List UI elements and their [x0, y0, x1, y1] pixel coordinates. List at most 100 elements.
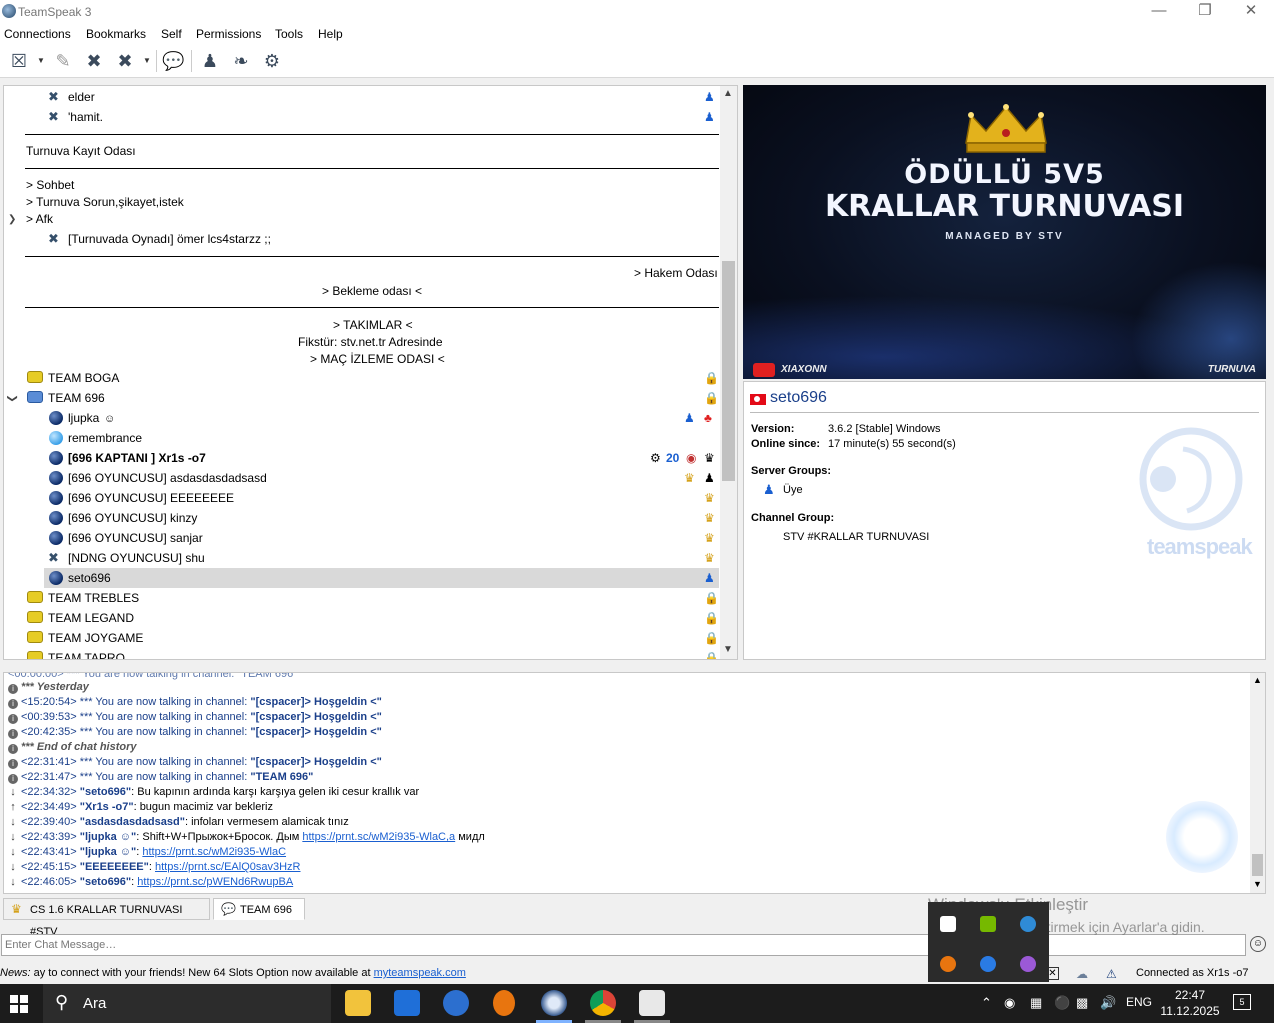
chat-sender[interactable]: "seto696" — [80, 786, 131, 798]
menu-self[interactable]: Self — [161, 27, 182, 41]
channel-turnuva-kayit[interactable]: Turnuva Kayıt Odası — [26, 141, 136, 161]
feather-icon[interactable] — [1020, 956, 1036, 972]
microphone-icon[interactable]: ⚫ — [1054, 995, 1070, 1011]
disconnect-icon[interactable]: ☒ — [8, 50, 30, 72]
cloud-icon[interactable]: ☁ — [1076, 967, 1088, 981]
client-elder[interactable]: elder — [68, 87, 95, 107]
chat-sender[interactable]: "asdasdasdadsasd" — [80, 816, 185, 828]
chat-sender[interactable]: "[cspacer]> Hoşgeldin <" — [250, 711, 381, 723]
shield-icon[interactable] — [940, 916, 956, 932]
client-sanjar[interactable]: [696 OYUNCUSU] sanjar — [68, 528, 203, 548]
language-indicator[interactable]: ENG — [1126, 995, 1152, 1009]
menu-tools[interactable]: Tools — [275, 27, 303, 41]
scroll-up-icon[interactable]: ▲ — [723, 88, 733, 99]
vpn-shield-icon[interactable] — [980, 956, 996, 972]
chat-link[interactable]: https://prnt.sc/EAlQ0sav3HzR — [155, 861, 301, 873]
menu-permissions[interactable]: Permissions — [196, 27, 261, 41]
news-link[interactable]: myteamspeak.com — [374, 967, 466, 979]
channel-afk[interactable]: > Afk — [26, 209, 53, 229]
teamspeak-taskbar-icon[interactable] — [541, 990, 567, 1016]
chevron-up-icon[interactable]: ⌃ — [981, 995, 992, 1011]
counter-strike-icon[interactable] — [639, 990, 665, 1016]
chat-sender[interactable]: "EEEEEEEE" — [80, 861, 149, 873]
tab-channel[interactable]: 💬 TEAM 696 — [213, 898, 305, 920]
channel-team-legand[interactable]: TEAM LEGAND — [48, 608, 134, 628]
emoji-icon[interactable]: ☺ — [1250, 936, 1266, 952]
scroll-thumb[interactable] — [1252, 854, 1263, 876]
collapse-chevron-icon[interactable]: ❯ — [8, 214, 16, 225]
microphone-app-icon[interactable] — [940, 956, 956, 972]
client-seto696[interactable]: seto696 — [68, 568, 111, 588]
client-xr1s[interactable]: [696 KAPTANI ] Xr1s -o7 — [68, 448, 206, 468]
scroll-down-icon[interactable]: ▼ — [723, 644, 733, 655]
meet-now-icon[interactable]: ▦ — [1030, 995, 1042, 1011]
channel-mac-izleme[interactable]: > MAÇ İZLEME ODASI < — [310, 349, 445, 369]
channel-team-joygame[interactable]: TEAM JOYGAME — [48, 628, 143, 648]
channel-team-tapro[interactable]: TEAM TAPRO — [48, 648, 125, 659]
chat-link[interactable]: https://prnt.sc/pWENd6RwupBA — [137, 876, 293, 888]
chat-bubble-icon[interactable]: 💬 — [162, 50, 184, 72]
chat-log[interactable]: <00:00:00> *** You are now talking in ch… — [3, 672, 1266, 894]
tree-scrollbar[interactable]: ▲ ▼ — [720, 86, 737, 659]
chat-sender[interactable]: "TEAM 696" — [250, 771, 313, 783]
menu-bookmarks[interactable]: Bookmarks — [86, 27, 146, 41]
nvidia-icon[interactable] — [980, 916, 996, 932]
notification-center-icon[interactable]: 5 — [1233, 994, 1251, 1010]
steam-tray-icon[interactable]: ◉ — [1004, 995, 1015, 1011]
client-asdasd[interactable]: [696 OYUNCUSU] asdasdasdadsasd — [68, 468, 267, 488]
client-kinzy[interactable]: [696 OYUNCUSU] kinzy — [68, 508, 197, 528]
chat-message-input[interactable]: Enter Chat Message… — [1, 934, 1246, 956]
warning-icon[interactable]: ⚠ — [1106, 967, 1117, 981]
client-hamit[interactable]: 'hamit. — [68, 107, 103, 127]
disconnect-dropdown-icon[interactable]: ▼ — [37, 56, 45, 65]
channel-hakem-odasi[interactable]: > Hakem Odası — [634, 263, 718, 283]
file-explorer-icon[interactable] — [345, 990, 371, 1016]
windows-start-icon[interactable] — [10, 995, 28, 1013]
taskbar-clock[interactable]: 22:47 11.12.2025 — [1160, 987, 1220, 1019]
mute-microphone-icon[interactable]: ✖ — [83, 50, 105, 72]
scroll-up-icon[interactable]: ▲ — [1253, 675, 1262, 685]
maximize-button[interactable]: ❐ — [1182, 0, 1228, 24]
chat-sender[interactable]: "ljupka ☺" — [80, 831, 137, 843]
settings-gear-icon[interactable]: ⚙ — [261, 50, 283, 72]
microphone-app-icon[interactable] — [493, 990, 515, 1016]
network-icon[interactable]: ▩ — [1076, 995, 1088, 1011]
close-button[interactable]: ✕ — [1228, 0, 1274, 24]
chat-sender[interactable]: "[cspacer]> Hoşgeldin <" — [250, 726, 381, 738]
channel-bekleme-odasi[interactable]: > Bekleme odası < — [322, 281, 422, 301]
taskbar-search[interactable]: ⚲ Ara — [43, 984, 331, 1023]
scroll-thumb[interactable] — [722, 261, 735, 481]
chat-link[interactable]: https://prnt.sc/wM2i935-WlaC,a — [302, 831, 455, 843]
channel-team-boga[interactable]: TEAM BOGA — [48, 368, 119, 388]
mute-dropdown-icon[interactable]: ▼ — [143, 56, 151, 65]
store-icon[interactable] — [394, 990, 420, 1016]
client-ljupka[interactable]: ljupka — [68, 408, 99, 428]
scroll-down-icon[interactable]: ▼ — [1253, 879, 1262, 889]
chat-sender[interactable]: "seto696" — [80, 876, 131, 888]
steam-icon[interactable] — [1020, 916, 1036, 932]
minimize-button[interactable]: — — [1136, 0, 1182, 24]
mute-speakers-icon[interactable]: ✖ — [114, 50, 136, 72]
channel-team-696[interactable]: TEAM 696 — [48, 388, 105, 408]
chat-sender[interactable]: "ljupka ☺" — [80, 846, 137, 858]
chat-sender[interactable]: "[cspacer]> Hoşgeldin <" — [250, 696, 381, 708]
channel-team-trebles[interactable]: TEAM TREBLES — [48, 588, 139, 608]
client-remembrance[interactable]: remembrance — [68, 428, 142, 448]
volume-icon[interactable]: 🔊 — [1100, 995, 1116, 1011]
menu-help[interactable]: Help — [318, 27, 343, 41]
client-omer[interactable]: [Turnuvada Oynadı] ömer lcs4starzz ;; — [68, 229, 271, 249]
whisper-icon[interactable]: ❧ — [230, 50, 252, 72]
client-eeeeeeee[interactable]: [696 OYUNCUSU] EEEEEEEE — [68, 488, 234, 508]
contacts-icon[interactable]: ♟ — [199, 50, 221, 72]
menu-connections[interactable]: Connections — [4, 27, 71, 41]
away-icon[interactable]: ✎ — [52, 50, 74, 72]
channel-tree[interactable]: ✖ elder ♟ ✖ 'hamit. ♟ Turnuva Kayıt Odas… — [3, 85, 738, 660]
chat-scrollbar[interactable]: ▲ ▼ — [1250, 673, 1265, 893]
tab-server[interactable]: ♛ CS 1.6 KRALLAR TURNUVASI #STV — [3, 898, 210, 938]
client-shu[interactable]: [NDNG OYUNCUSU] shu — [68, 548, 205, 568]
outlook-icon[interactable] — [443, 990, 469, 1016]
chrome-icon[interactable] — [590, 990, 616, 1016]
chat-sender[interactable]: "Xr1s -o7" — [80, 801, 134, 813]
chat-link[interactable]: https://prnt.sc/wM2i935-WlaC — [142, 846, 286, 858]
collapse-chevron-icon[interactable]: ❯ — [7, 394, 18, 402]
